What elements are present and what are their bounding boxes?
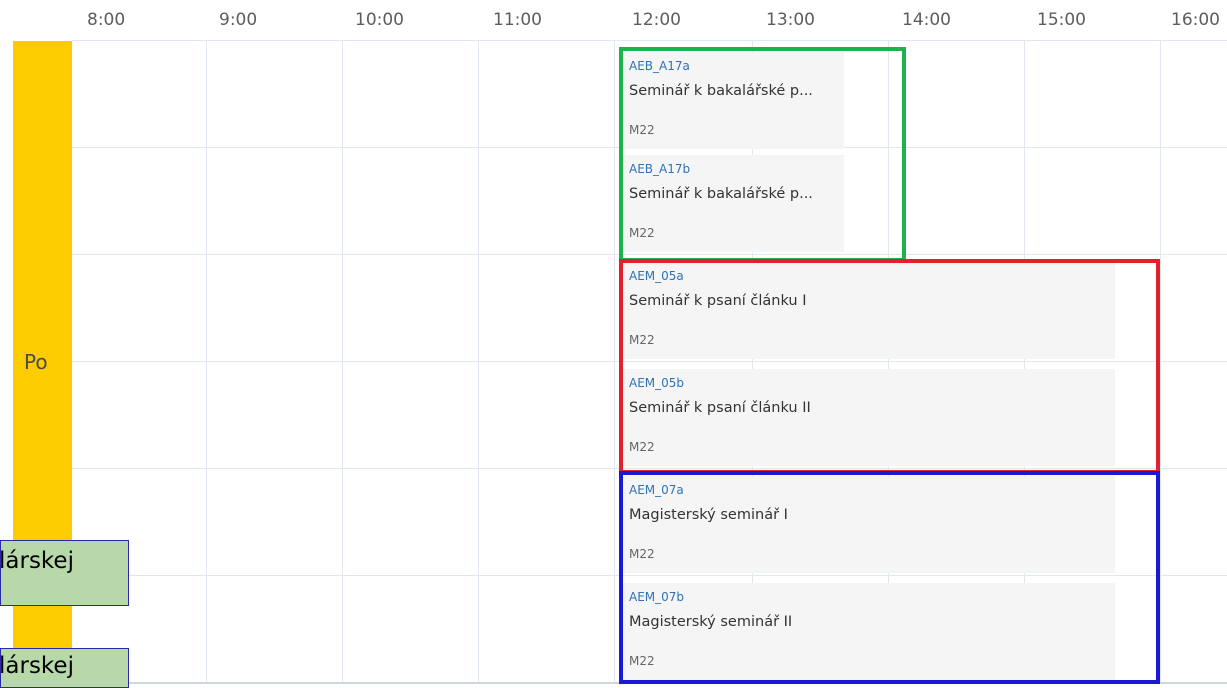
overlay-text: lárskej [0, 653, 74, 679]
highlight-box-green [619, 47, 906, 262]
hour-label: 14:00 [902, 10, 951, 30]
highlight-box-blue [619, 471, 1160, 684]
annotation-overlay: lárskej [0, 540, 129, 606]
hour-label: 11:00 [493, 10, 542, 30]
highlight-box-red [619, 259, 1160, 474]
grid-line [614, 40, 615, 684]
grid-line [342, 40, 343, 684]
hour-label: 10:00 [355, 10, 404, 30]
grid-line [206, 40, 207, 684]
day-label: Po [24, 350, 48, 374]
hour-label: 12:00 [632, 10, 681, 30]
hour-label: 16:00 [1171, 10, 1220, 30]
overlay-text: lárskej [0, 548, 74, 574]
grid-line [478, 40, 479, 684]
hour-label: 13:00 [766, 10, 815, 30]
grid-line [1160, 40, 1161, 684]
hour-label: 15:00 [1037, 10, 1086, 30]
grid-line [72, 40, 1227, 41]
hour-label: 8:00 [87, 10, 126, 30]
hour-label: 9:00 [219, 10, 258, 30]
annotation-overlay: lárskej [0, 648, 129, 688]
